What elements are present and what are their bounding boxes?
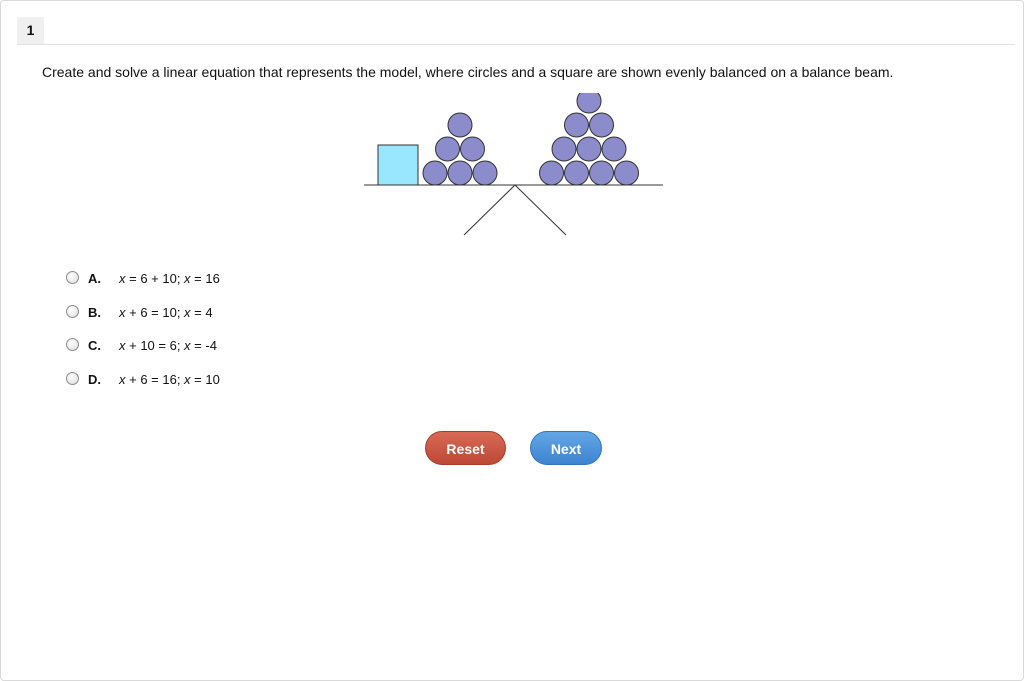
unit-circle (576, 136, 602, 162)
fulcrum-left-leg (463, 184, 516, 236)
choice-d[interactable]: D. x + 6 = 16; x = 10 (66, 368, 220, 402)
answer-choices: A. x = 6 + 10; x = 16 B. x + 6 = 10; x = 4 C… (66, 267, 220, 401)
equation-part: + 6 = 10; (125, 304, 185, 320)
equation-part: + 10 = 6; (125, 338, 185, 353)
choice-text: x + 6 = 10; x = 4 (119, 305, 213, 320)
choice-text: x = 6 + 10; x = 16 (119, 271, 220, 286)
unit-circle (460, 136, 485, 162)
choice-text: x + 10 = 6; x = -4 (119, 338, 217, 353)
header-divider (17, 44, 1015, 45)
unit-circle (589, 112, 614, 138)
choice-b[interactable]: B. x + 6 = 10; x = 4 (66, 301, 220, 335)
question-number: 1 (17, 17, 44, 44)
unit-circle (472, 160, 498, 186)
question-prompt: Create and solve a linear equation that … (42, 64, 894, 80)
radio-button[interactable] (66, 338, 79, 351)
unit-circle (614, 160, 639, 186)
unit-circle (564, 160, 589, 186)
unit-circle (551, 136, 577, 162)
choice-letter: C. (88, 338, 101, 353)
fulcrum-right-leg (514, 184, 567, 236)
radio-button[interactable] (66, 304, 79, 318)
choice-letter: A. (88, 271, 101, 286)
unit-circle (576, 93, 602, 114)
equation-part: = 10 (190, 371, 220, 387)
equation-part: = 16 (190, 271, 220, 286)
right-circle-stack (539, 93, 639, 186)
radio-button[interactable] (66, 371, 79, 385)
left-circle-stack (422, 112, 498, 186)
unit-circle (447, 112, 473, 138)
equation-part: = 6 + 10; (125, 271, 185, 286)
choice-letter: D. (88, 371, 101, 387)
radio-button[interactable] (66, 271, 79, 284)
unit-circle (564, 112, 589, 138)
choice-a[interactable]: A. x = 6 + 10; x = 16 (66, 267, 220, 301)
equation-part: + 6 = 16; (125, 371, 185, 387)
unit-circle (422, 160, 448, 186)
variable-square (377, 144, 419, 186)
unit-circle (447, 160, 473, 186)
unit-circle (589, 160, 614, 186)
next-button[interactable]: Next (530, 431, 602, 465)
unit-circle (539, 160, 564, 186)
equation-part: = -4 (190, 338, 217, 353)
question-panel: 1 Create and solve a linear equation tha… (0, 0, 1024, 681)
choice-letter: B. (88, 304, 101, 320)
choice-c[interactable]: C. x + 10 = 6; x = -4 (66, 334, 220, 368)
equation-part: = 4 (190, 304, 213, 320)
reset-button[interactable]: Reset (425, 431, 506, 465)
unit-circle (435, 136, 460, 162)
choice-text: x + 6 = 16; x = 10 (119, 372, 220, 387)
balance-beam-figure (364, 93, 663, 236)
unit-circle (601, 136, 627, 162)
